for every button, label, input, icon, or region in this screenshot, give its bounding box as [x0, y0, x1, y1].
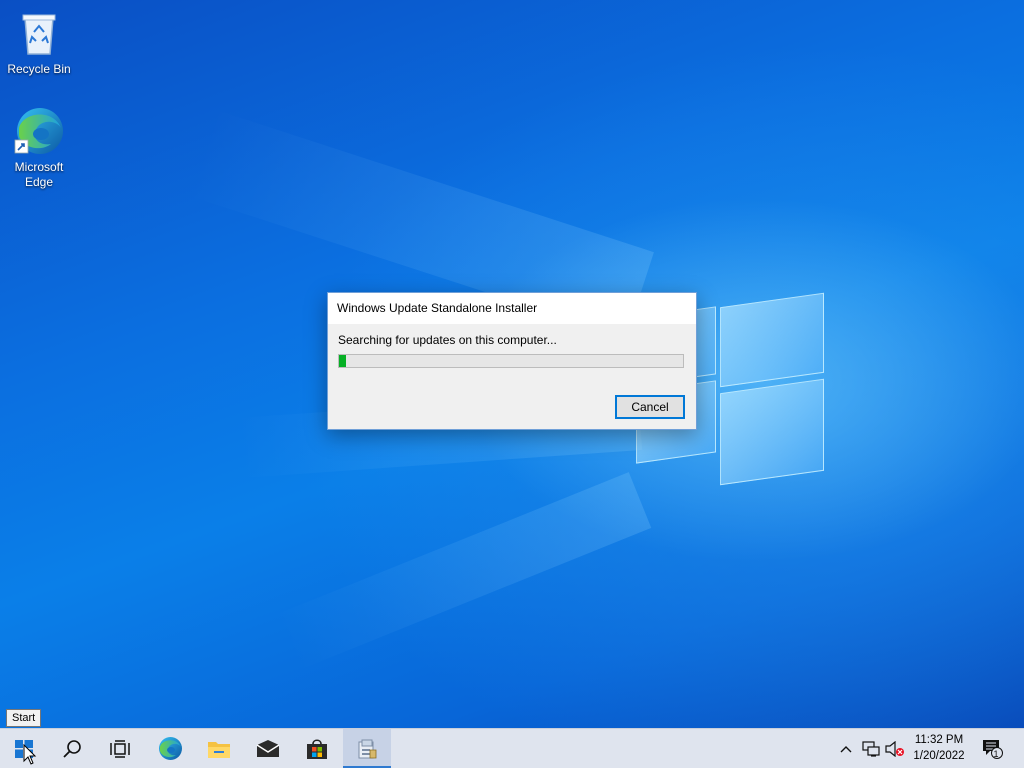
task-view-icon	[110, 739, 130, 758]
edge-icon	[159, 736, 182, 760]
installer-taskbar-button[interactable]	[343, 729, 391, 768]
task-view-button[interactable]	[96, 729, 144, 768]
network-tray-button[interactable]	[860, 729, 882, 768]
desktop-icon-label: Recycle Bin	[7, 62, 71, 76]
store-icon	[307, 738, 327, 759]
volume-muted-icon	[885, 740, 904, 757]
installer-dialog: Windows Update Standalone Installer Sear…	[327, 292, 697, 430]
network-icon	[862, 740, 880, 757]
cancel-button[interactable]: Cancel	[615, 395, 685, 419]
chevron-up-icon	[840, 745, 852, 752]
mouse-cursor-icon	[23, 744, 37, 765]
edge-icon	[13, 106, 65, 158]
mail-button[interactable]	[244, 729, 292, 768]
search-button[interactable]	[48, 729, 96, 768]
taskbar-edge-button[interactable]	[146, 729, 194, 768]
desktop: Recycle Bin Microsoft Edge Windows Updat…	[0, 0, 1024, 728]
folder-icon	[208, 741, 230, 758]
file-explorer-button[interactable]	[195, 729, 243, 768]
progress-bar	[338, 354, 684, 368]
recycle-bin-icon	[13, 8, 65, 60]
desktop-icon-label: Microsoft Edge	[14, 160, 64, 189]
search-icon	[63, 739, 81, 758]
dialog-title[interactable]: Windows Update Standalone Installer	[328, 293, 696, 324]
taskbar-clock[interactable]: 11:32 PM 1/20/2022	[904, 732, 974, 764]
desktop-icon-edge[interactable]: Microsoft Edge	[1, 106, 77, 190]
progress-fill	[339, 355, 346, 367]
volume-tray-button[interactable]	[884, 729, 906, 768]
desktop-icon-recycle-bin[interactable]: Recycle Bin	[1, 8, 77, 77]
action-center-button[interactable]: 1	[978, 729, 1008, 768]
dialog-status-text: Searching for updates on this computer..…	[338, 333, 557, 347]
notification-count-badge: 1	[993, 749, 999, 759]
start-tooltip: Start	[6, 709, 42, 727]
clock-date: 1/20/2022	[913, 750, 965, 762]
clock-time: 11:32 PM	[914, 734, 964, 746]
show-hidden-icons-button[interactable]	[836, 729, 856, 768]
taskbar: 11:32 PM 1/20/2022 1	[0, 728, 1024, 768]
installer-icon	[358, 739, 377, 758]
mail-icon	[256, 739, 280, 757]
light-beam	[276, 472, 652, 671]
store-button[interactable]	[293, 729, 341, 768]
